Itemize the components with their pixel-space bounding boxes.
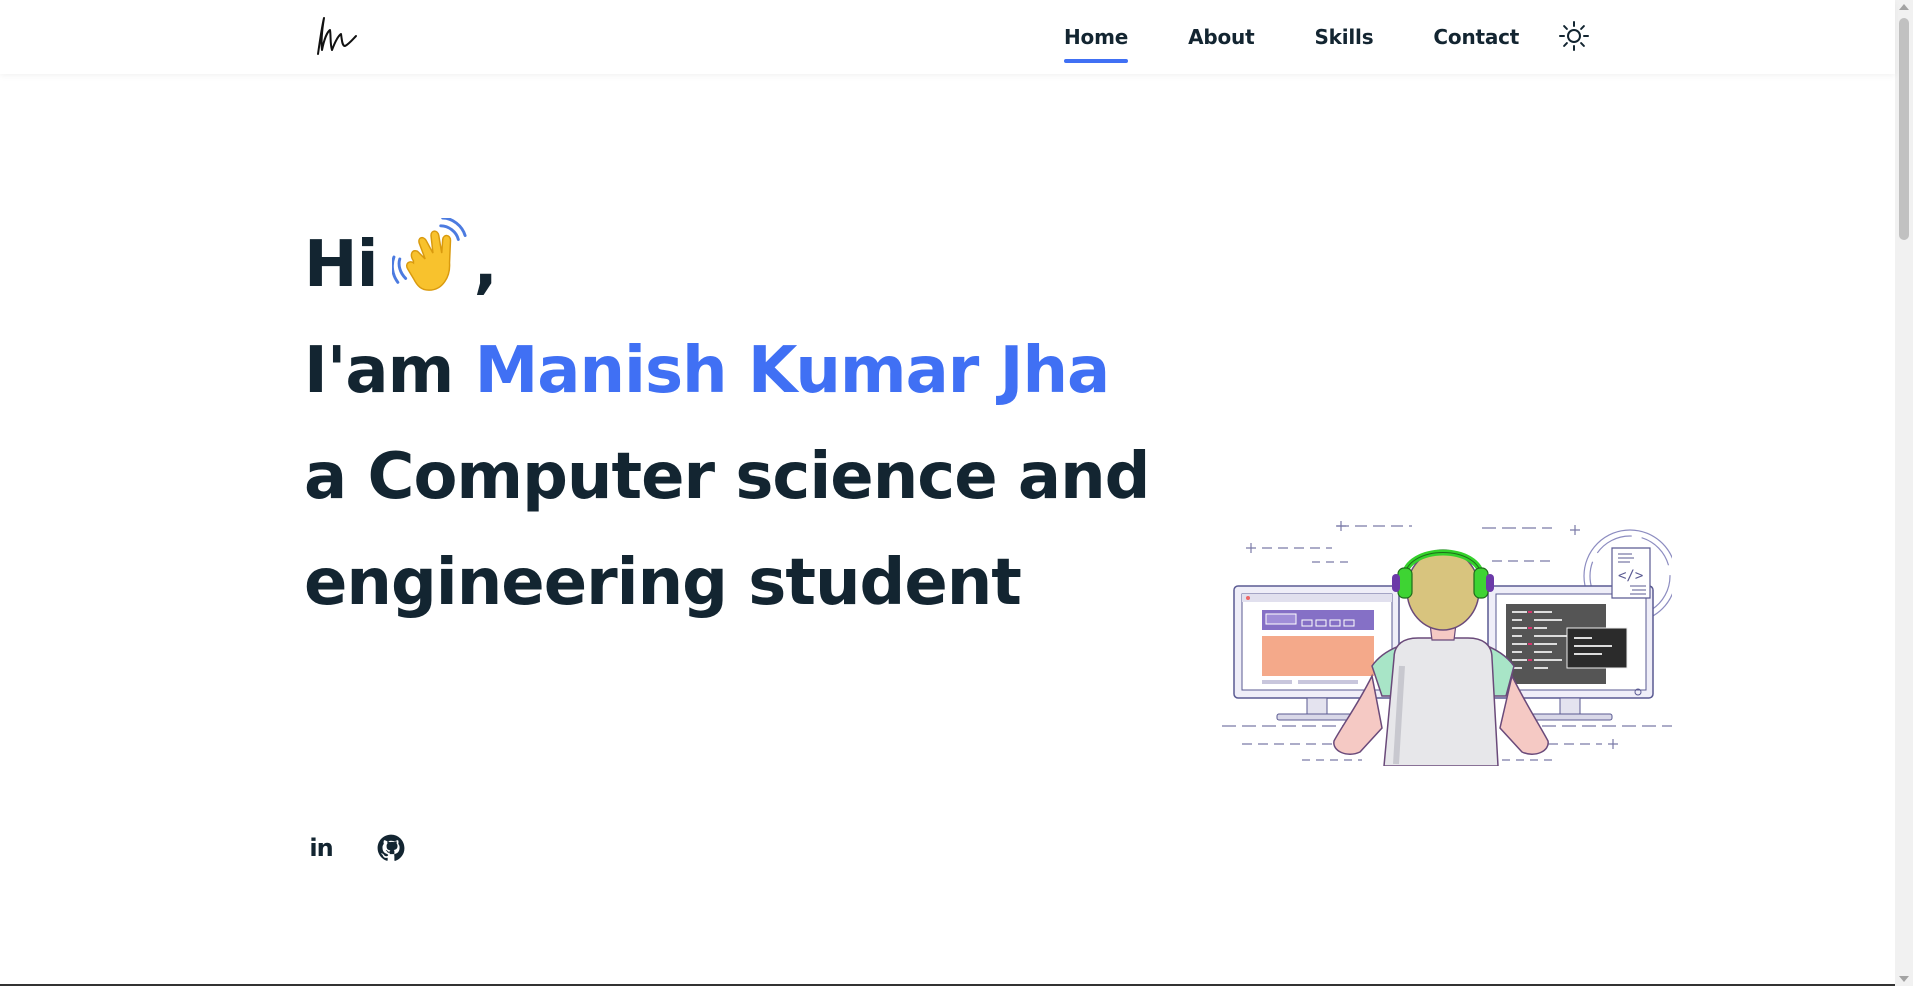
nav-contact[interactable]: Contact bbox=[1433, 25, 1519, 49]
intro-prefix: I'am bbox=[304, 334, 454, 408]
github-glyph bbox=[377, 834, 405, 861]
signature-logo[interactable] bbox=[312, 12, 364, 60]
nav-home[interactable]: Home bbox=[1064, 25, 1128, 63]
linkedin-label: in bbox=[309, 834, 333, 862]
page: Home About Skills Contact Hi , I'am Mani… bbox=[0, 0, 1913, 986]
svg-text:</>: </> bbox=[1618, 568, 1643, 584]
linkedin-icon[interactable]: in bbox=[306, 833, 336, 863]
scroll-up-arrow-icon[interactable] bbox=[1899, 4, 1909, 10]
scroll-down-arrow-icon[interactable] bbox=[1899, 976, 1909, 982]
tagline-line-1: a Computer science and bbox=[304, 440, 1150, 514]
tagline-line-2: engineering student bbox=[304, 546, 1022, 620]
hero-heading: Hi , I'am Manish Kumar Jha a Computer sc… bbox=[304, 212, 1204, 636]
greeting-text: Hi bbox=[304, 228, 378, 302]
social-links: in bbox=[306, 833, 406, 863]
sun-icon[interactable] bbox=[1556, 18, 1592, 54]
main-nav: Home About Skills Contact bbox=[1064, 0, 1579, 74]
page-scrollbar[interactable] bbox=[1895, 0, 1913, 986]
waving-hand-icon bbox=[391, 218, 467, 291]
nav-about[interactable]: About bbox=[1188, 25, 1255, 49]
greeting-line: Hi , bbox=[304, 212, 1204, 318]
scroll-thumb[interactable] bbox=[1899, 18, 1909, 240]
nav-skills[interactable]: Skills bbox=[1314, 25, 1373, 49]
github-icon[interactable] bbox=[376, 833, 406, 863]
greeting-comma: , bbox=[473, 228, 498, 302]
hero-name: Manish Kumar Jha bbox=[474, 334, 1111, 408]
intro-line: I'am Manish Kumar Jha bbox=[304, 318, 1204, 424]
developer-illustration: </> bbox=[1222, 521, 1672, 766]
site-header: Home About Skills Contact bbox=[0, 0, 1895, 74]
